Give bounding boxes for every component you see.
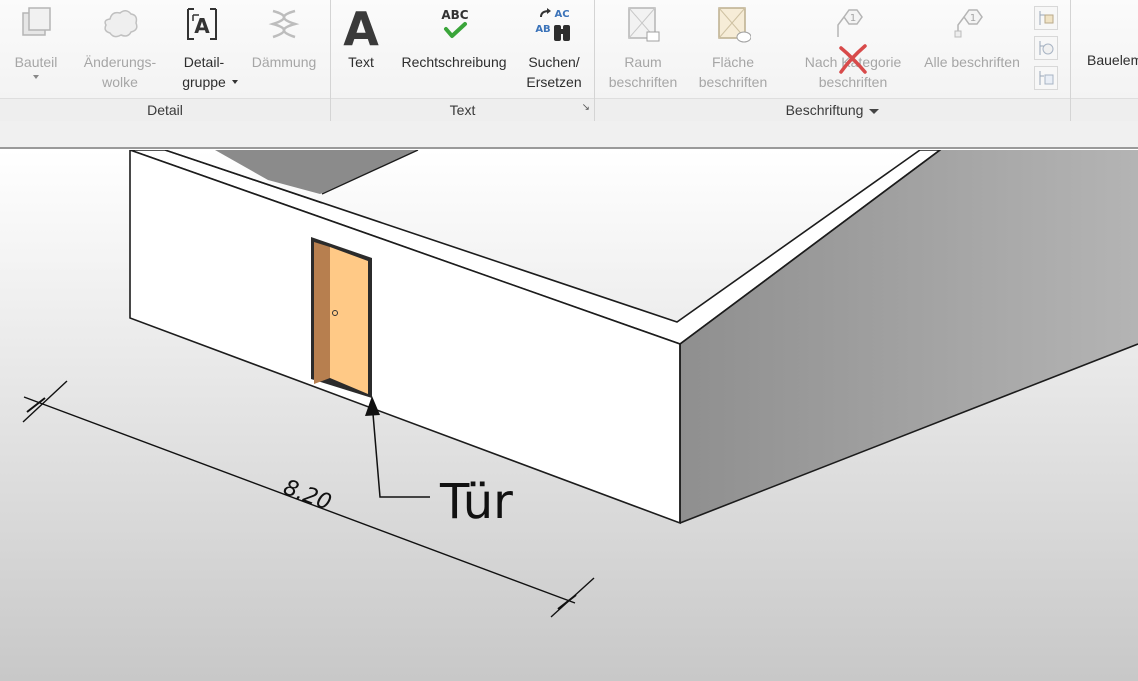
nach-kategorie-beschriften-button[interactable]: 1 Nach Kategorie beschriften	[795, 0, 911, 96]
ribbon: Bauteil Änderungs- wolke A Detail- grupp…	[0, 0, 1138, 122]
suchen-label-1: Suchen/	[528, 54, 580, 70]
drawing-viewport[interactable]: Tür 8.20	[0, 150, 1138, 681]
suchen-ersetzen-button[interactable]: AC AB Suchen/ Ersetzen	[519, 0, 589, 96]
svg-text:A: A	[194, 14, 210, 38]
bauelemente-button[interactable]: Bauelem	[1087, 50, 1138, 70]
daemmung-button[interactable]: Dämmung	[244, 0, 324, 96]
beschriftung-dropdown-icon	[869, 108, 880, 114]
detailgruppe-button[interactable]: A Detail- gruppe	[168, 0, 240, 96]
tag-by-category-icon: 1	[837, 9, 863, 37]
bauelemente-label: Bauelem	[1087, 52, 1138, 68]
spellcheck-abc-text: ABC	[441, 8, 468, 22]
drawing-canvas[interactable]: Tür 8.20	[0, 150, 1138, 681]
bauteil-label: Bauteil	[14, 54, 58, 70]
find-icon-text-ac: AC	[554, 9, 569, 20]
raum-beschriften-button[interactable]: Raum beschriften	[601, 0, 685, 96]
text-dialog-launcher-icon[interactable]: ↘	[582, 102, 590, 113]
group-label-bauelemente	[1071, 98, 1138, 121]
door-jamb	[314, 242, 330, 384]
aenderungswolke-button[interactable]: Änderungs- wolke	[75, 0, 165, 96]
detailgruppe-dropdown-arrow[interactable]	[232, 80, 238, 84]
find-icon-text-ab: AB	[535, 24, 550, 35]
disabled-x-icon	[839, 44, 867, 74]
group-detail: Bauteil Änderungs- wolke A Detail- grupp…	[0, 0, 331, 121]
group-label-beschriftung-text: Beschriftung	[785, 102, 864, 118]
component-icon	[22, 7, 51, 36]
bauteil-dropdown-arrow[interactable]	[33, 75, 39, 79]
text-label: Text	[348, 54, 374, 70]
alle-beschriften-button[interactable]: 1 Alle beschriften	[917, 0, 1027, 96]
spellcheck-icon: ABC	[441, 8, 469, 38]
rechtschreibung-label: Rechtschreibung	[401, 54, 507, 70]
tag-small-button-3[interactable]	[1034, 66, 1058, 90]
group-label-text: Text	[331, 98, 594, 121]
tag-small-icon-1	[1039, 11, 1054, 25]
svg-text:A: A	[343, 5, 379, 49]
area-tag-icon	[718, 7, 751, 43]
tag-all-icon-number: 1	[970, 13, 976, 24]
aenderungswolke-label-2: wolke	[102, 74, 138, 90]
group-label-detail: Detail	[0, 98, 330, 121]
aenderungswolke-label-1: Änderungs-	[83, 54, 157, 70]
detailgruppe-label-2: gruppe	[182, 74, 226, 90]
room-tag-icon	[628, 7, 660, 42]
raum-label-2: beschriften	[608, 74, 678, 90]
group-beschriftung: Raum beschriften Fläche beschriften 1 Na…	[595, 0, 1071, 121]
detail-group-icon: A	[187, 8, 217, 40]
door-leaf	[330, 247, 368, 394]
group-text: A Text ABC Rechtschreibung AC AB Suchen/	[331, 0, 595, 121]
flaeche-beschriften-button[interactable]: Fläche beschriften	[691, 0, 775, 96]
text-button[interactable]: A Text	[331, 0, 391, 96]
tag-small-icon-2	[1039, 41, 1054, 55]
options-bar	[0, 121, 1138, 149]
tag-small-button-2[interactable]	[1034, 36, 1058, 60]
rechtschreibung-button[interactable]: ABC Rechtschreibung	[395, 0, 513, 96]
door[interactable]	[311, 237, 372, 398]
alle-beschriften-label: Alle beschriften	[924, 54, 1020, 70]
group-bauelemente: Bauelem	[1071, 0, 1138, 121]
raum-label-1: Raum	[624, 54, 662, 70]
flaeche-label-1: Fläche	[711, 54, 755, 70]
daemmung-label: Dämmung	[251, 54, 317, 70]
insulation-icon	[268, 9, 300, 39]
group-label-beschriftung[interactable]: Beschriftung	[595, 98, 1070, 121]
tag-small-button-1[interactable]	[1034, 6, 1058, 30]
tag-icon-number: 1	[850, 13, 856, 24]
tag-all-icon: 1	[954, 9, 983, 38]
flaeche-label-2: beschriften	[698, 74, 768, 90]
suchen-label-2: Ersetzen	[526, 74, 582, 90]
detailgruppe-label-1: Detail-	[183, 54, 225, 70]
revision-cloud-icon	[104, 10, 138, 38]
find-replace-icon: AC AB	[535, 8, 570, 41]
tag-small-icon-3	[1039, 71, 1054, 85]
text-a-icon: A	[343, 5, 379, 49]
bauteil-button[interactable]: Bauteil	[2, 0, 70, 96]
door-tag-text: Tür	[439, 474, 513, 530]
